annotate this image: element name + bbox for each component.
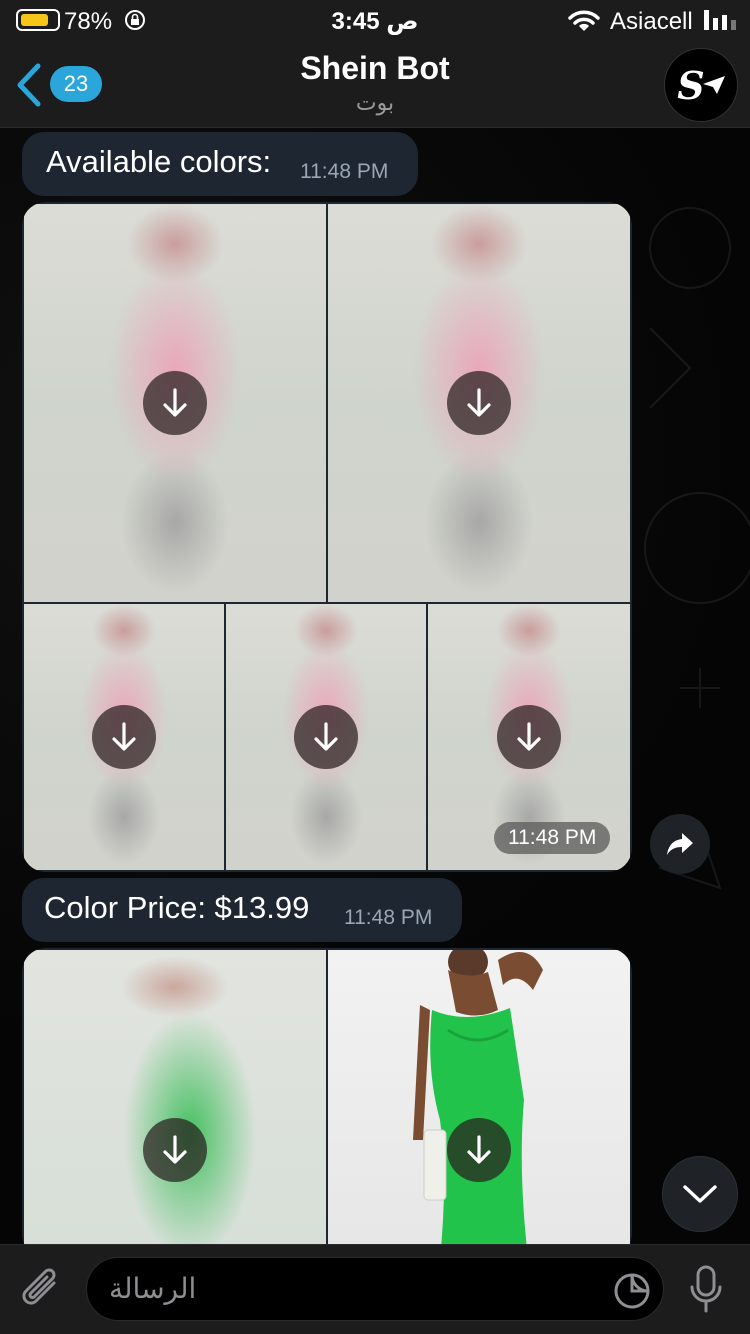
carrier-name: Asiacell — [610, 8, 693, 35]
wifi-icon — [568, 10, 600, 31]
message-placeholder: الرسالة — [109, 1273, 197, 1304]
album-photo-dress[interactable] — [328, 950, 630, 1258]
chevron-down-icon — [683, 1185, 717, 1203]
album-photo[interactable] — [24, 604, 224, 870]
message-input[interactable]: الرسالة — [86, 1257, 664, 1321]
download-icon[interactable] — [92, 705, 156, 769]
avatar[interactable]: S — [664, 48, 738, 122]
album-photo[interactable] — [328, 204, 630, 602]
message-time: 11:48 PM — [300, 160, 389, 183]
album-photo[interactable] — [24, 950, 326, 1258]
album-photo[interactable] — [226, 604, 426, 870]
scroll-down-button[interactable] — [662, 1156, 738, 1232]
message-text: Color Price: $13.99 — [44, 890, 310, 925]
message-time: 11:48 PM — [344, 906, 433, 929]
photo-album[interactable] — [22, 948, 632, 1258]
microphone-icon[interactable] — [688, 1265, 724, 1315]
avatar-letter: S — [677, 62, 705, 108]
download-icon[interactable] — [143, 371, 207, 435]
message-bubble[interactable]: Color Price: $13.99 11:48 PM — [22, 878, 462, 942]
signal-icon — [704, 10, 736, 30]
message-input-bar: الرسالة — [0, 1244, 750, 1334]
download-icon[interactable] — [447, 371, 511, 435]
paper-plane-icon — [702, 76, 725, 94]
paperclip-icon[interactable] — [20, 1265, 64, 1313]
forward-icon — [667, 833, 693, 855]
forward-button[interactable] — [650, 814, 710, 874]
download-icon[interactable] — [143, 1118, 207, 1182]
album-photo[interactable] — [24, 204, 326, 602]
photo-album[interactable]: 11:48 PM — [22, 202, 632, 872]
message-bubble[interactable]: Available colors: 11:48 PM — [22, 132, 418, 196]
album-time: 11:48 PM — [494, 822, 611, 854]
chat-title[interactable]: Shein Bot — [0, 50, 750, 87]
download-icon[interactable] — [294, 705, 358, 769]
download-icon[interactable] — [497, 705, 561, 769]
chat-header: 23 Shein Bot بوت S — [0, 42, 750, 128]
green-dress-illustration — [413, 950, 543, 1258]
status-bar: 78% 3:45 ص Asiacell — [0, 0, 750, 42]
chat-subtitle: بوت — [355, 90, 395, 115]
download-icon[interactable] — [447, 1118, 511, 1182]
message-text: Available colors: — [46, 144, 272, 179]
sticker-icon[interactable] — [613, 1272, 651, 1310]
